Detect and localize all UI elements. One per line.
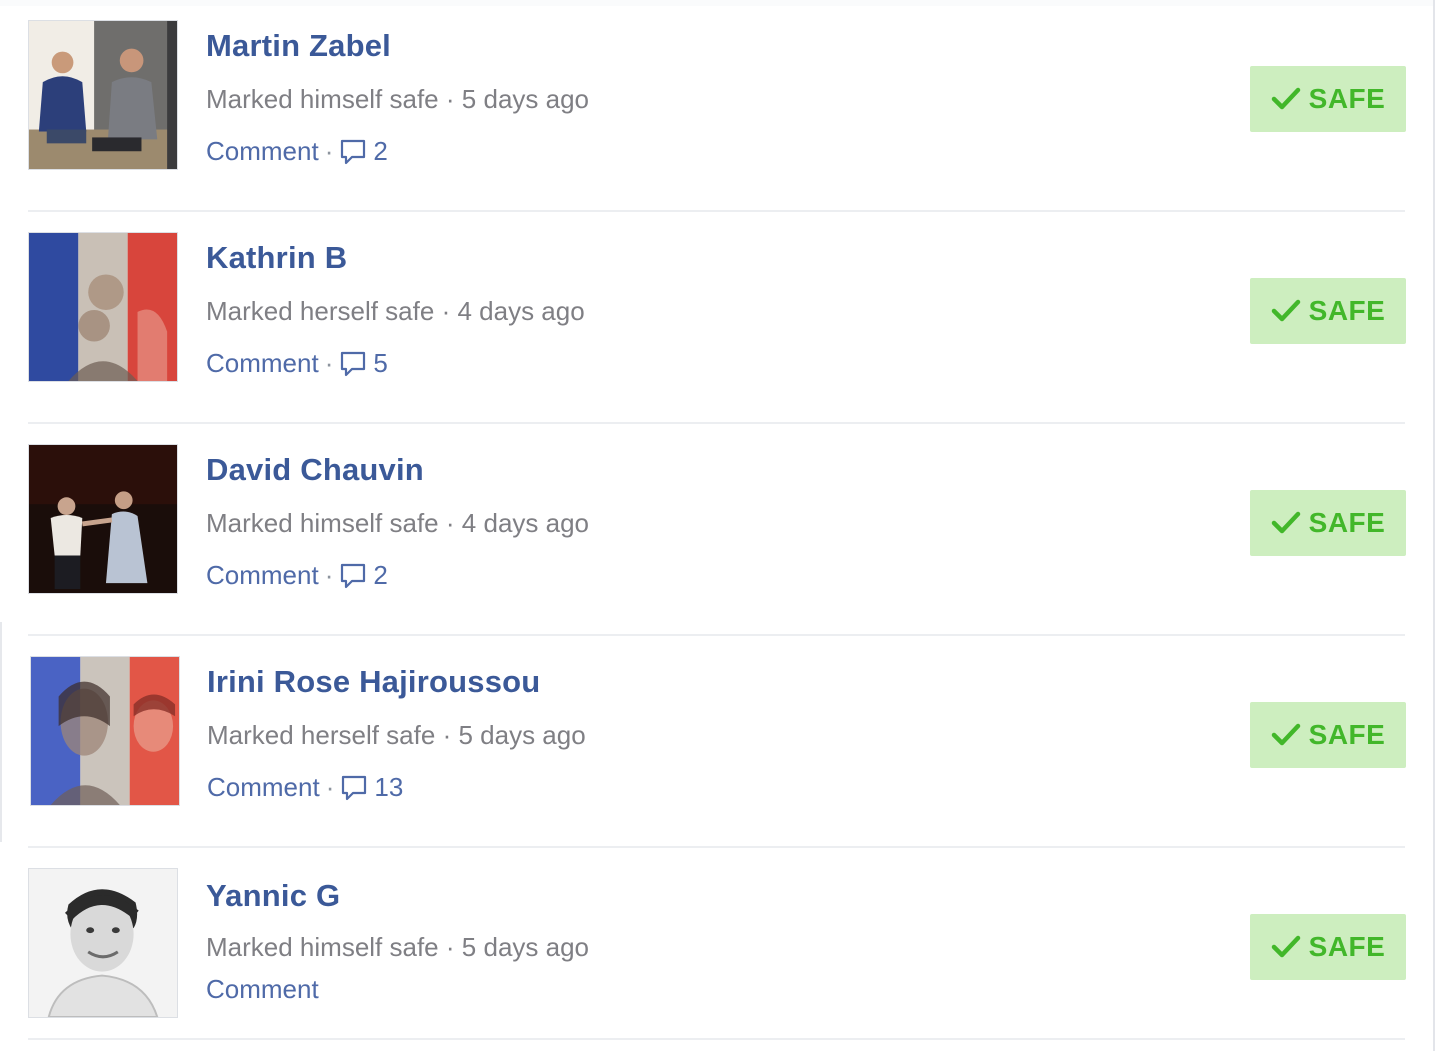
comment-bubble-icon[interactable] bbox=[339, 562, 367, 590]
person-name[interactable]: Irini Rose Hajiroussou bbox=[207, 664, 540, 700]
comment-bubble-icon[interactable] bbox=[339, 138, 367, 166]
timestamp[interactable]: 4 days ago bbox=[457, 296, 584, 326]
person-name[interactable]: David Chauvin bbox=[206, 452, 424, 488]
safe-label: SAFE bbox=[1308, 295, 1386, 326]
checkmark-icon bbox=[1271, 934, 1301, 960]
separator: · bbox=[445, 508, 455, 538]
separator: · bbox=[442, 720, 452, 750]
comment-link[interactable]: Comment bbox=[206, 348, 319, 379]
separator: · bbox=[324, 560, 334, 590]
status-text: Marked herself safe bbox=[206, 296, 435, 326]
actions-line: Comment · 13 bbox=[207, 772, 403, 803]
profile-photo-icon bbox=[29, 233, 177, 381]
person-name[interactable]: Martin Zabel bbox=[206, 28, 391, 64]
timestamp[interactable]: 5 days ago bbox=[462, 932, 589, 962]
checkmark-icon bbox=[1271, 510, 1301, 536]
separator: · bbox=[441, 296, 451, 326]
separator: · bbox=[445, 932, 455, 962]
comment-count[interactable]: 5 bbox=[373, 348, 387, 379]
list-item: Martin Zabel Marked himself safe · 5 day… bbox=[0, 0, 1433, 212]
profile-photo-icon bbox=[31, 657, 179, 805]
safe-badge: SAFE bbox=[1250, 278, 1406, 344]
avatar[interactable] bbox=[28, 232, 178, 382]
comment-bubble-icon[interactable] bbox=[340, 774, 368, 802]
panel-border bbox=[1433, 0, 1435, 1051]
safe-badge: SAFE bbox=[1250, 490, 1406, 556]
timestamp[interactable]: 5 days ago bbox=[458, 720, 585, 750]
safe-badge: SAFE bbox=[1250, 702, 1406, 768]
separator: · bbox=[325, 772, 335, 802]
comment-link[interactable]: Comment bbox=[206, 974, 319, 1005]
avatar[interactable] bbox=[28, 444, 178, 594]
safe-label: SAFE bbox=[1308, 507, 1386, 538]
separator: · bbox=[324, 136, 334, 166]
safe-label: SAFE bbox=[1308, 83, 1386, 114]
divider bbox=[28, 1038, 1405, 1040]
safe-label: SAFE bbox=[1308, 931, 1386, 962]
status-text: Marked himself safe bbox=[206, 84, 439, 114]
status-text: Marked herself safe bbox=[207, 720, 436, 750]
comment-count[interactable]: 2 bbox=[373, 560, 387, 591]
comment-count[interactable]: 2 bbox=[373, 136, 387, 167]
actions-line: Comment · 2 bbox=[206, 560, 388, 591]
panel-edge bbox=[0, 622, 2, 842]
avatar[interactable] bbox=[28, 868, 178, 1018]
safe-badge: SAFE bbox=[1250, 66, 1406, 132]
comment-link[interactable]: Comment bbox=[207, 772, 320, 803]
comment-count[interactable]: 13 bbox=[374, 772, 403, 803]
status-line: Marked herself safe · 5 days ago bbox=[207, 720, 586, 751]
status-text: Marked himself safe bbox=[206, 508, 439, 538]
profile-photo-icon bbox=[29, 21, 177, 169]
comment-link[interactable]: Comment bbox=[206, 136, 319, 167]
separator: · bbox=[324, 348, 334, 378]
profile-photo-icon bbox=[29, 445, 177, 593]
checkmark-icon bbox=[1271, 298, 1301, 324]
comment-link[interactable]: Comment bbox=[206, 560, 319, 591]
timestamp[interactable]: 4 days ago bbox=[462, 508, 589, 538]
status-text: Marked himself safe bbox=[206, 932, 439, 962]
timestamp[interactable]: 5 days ago bbox=[462, 84, 589, 114]
avatar[interactable] bbox=[30, 656, 180, 806]
status-line: Marked himself safe · 4 days ago bbox=[206, 508, 589, 539]
list-item: Kathrin B Marked herself safe · 4 days a… bbox=[0, 212, 1433, 424]
list-item: David Chauvin Marked himself safe · 4 da… bbox=[0, 424, 1433, 636]
status-line: Marked herself safe · 4 days ago bbox=[206, 296, 585, 327]
person-name[interactable]: Yannic G bbox=[206, 878, 340, 914]
checkmark-icon bbox=[1271, 722, 1301, 748]
safe-label: SAFE bbox=[1308, 719, 1386, 750]
actions-line: Comment · 2 bbox=[206, 136, 388, 167]
list-item: Irini Rose Hajiroussou Marked herself sa… bbox=[0, 636, 1433, 848]
safe-badge: SAFE bbox=[1250, 914, 1406, 980]
safety-check-list: Martin Zabel Marked himself safe · 5 day… bbox=[0, 0, 1440, 1051]
checkmark-icon bbox=[1271, 86, 1301, 112]
separator: · bbox=[445, 84, 455, 114]
avatar[interactable] bbox=[28, 20, 178, 170]
list-item: Yannic G Marked himself safe · 5 days ag… bbox=[0, 848, 1433, 1048]
actions-line: Comment · 5 bbox=[206, 348, 388, 379]
status-line: Marked himself safe · 5 days ago bbox=[206, 84, 589, 115]
status-line: Marked himself safe · 5 days ago bbox=[206, 932, 589, 963]
actions-line: Comment bbox=[206, 974, 319, 1005]
comment-bubble-icon[interactable] bbox=[339, 350, 367, 378]
person-name[interactable]: Kathrin B bbox=[206, 240, 347, 276]
profile-photo-icon bbox=[29, 869, 177, 1017]
